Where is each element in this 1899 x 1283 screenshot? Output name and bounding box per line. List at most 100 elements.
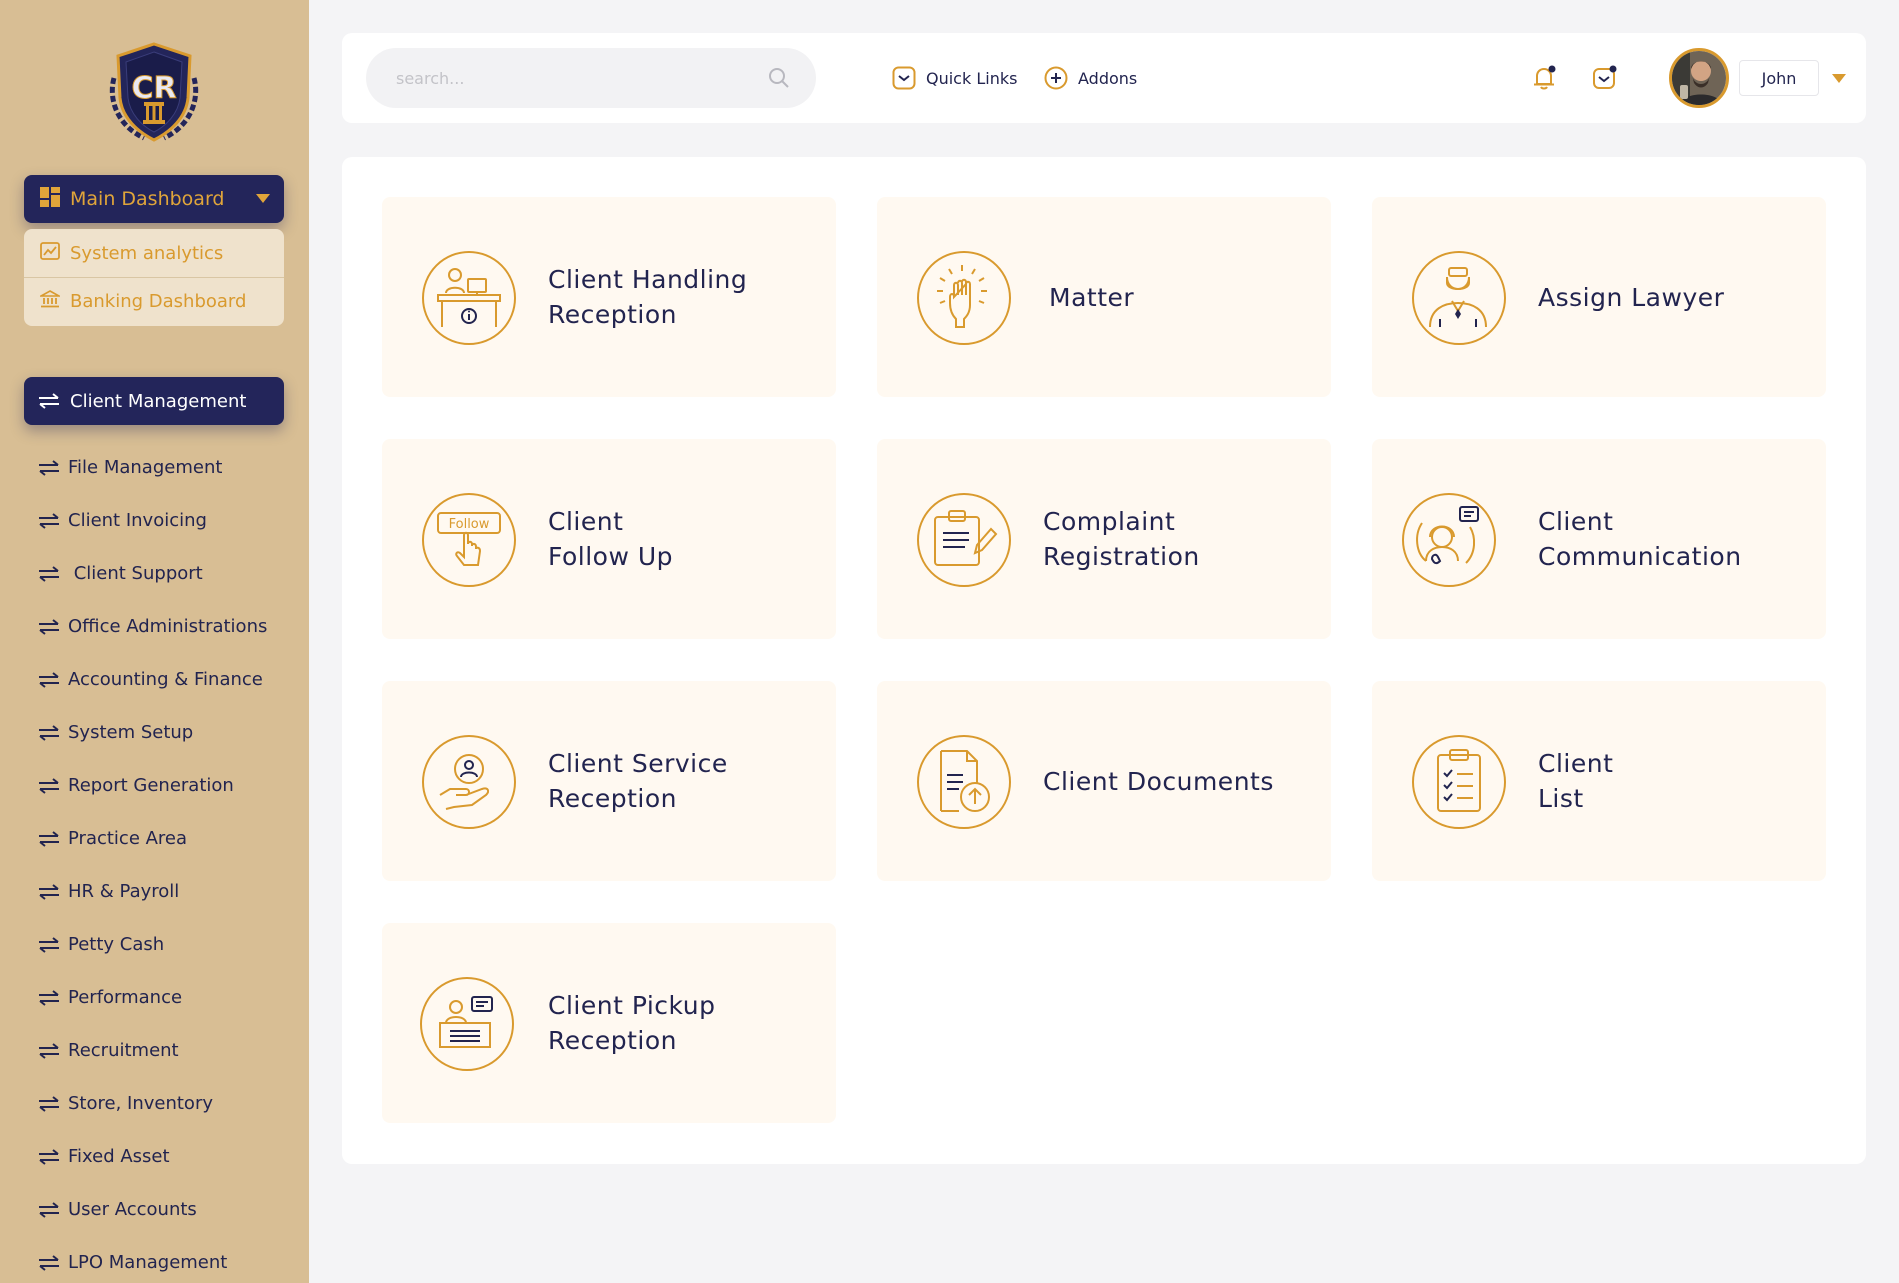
sidebar-item-label: Fixed Asset <box>68 1146 170 1167</box>
card-client-documents[interactable]: Client Documents <box>877 681 1331 881</box>
client-management-label: Client Management <box>70 390 247 412</box>
raised-fist-icon <box>917 251 1011 345</box>
swap-arrows-icon <box>39 393 59 409</box>
user-name-button[interactable]: John <box>1739 60 1819 96</box>
sidebar-item-label: Accounting & Finance <box>68 669 263 690</box>
card-client-follow-up[interactable]: Follow Client Follow Up <box>382 439 836 639</box>
card-title: Assign Lawyer <box>1538 282 1725 312</box>
sidebar-item-lpo-management[interactable]: LPO Management <box>38 1236 300 1283</box>
sidebar-nav: File Management Client Invoicing Client … <box>38 441 300 1283</box>
sidebar-item-accounting-finance[interactable]: Accounting & Finance <box>38 653 300 706</box>
sidebar-item-system-setup[interactable]: System Setup <box>38 706 300 759</box>
company-logo[interactable]: CR <box>104 38 204 144</box>
card-title: Client Pickup Reception <box>548 991 716 1055</box>
dashboard-submenu: System analytics Banking Dashboard <box>24 229 284 326</box>
follow-click-icon: Follow <box>422 493 516 587</box>
sidebar-item-label: File Management <box>68 457 223 478</box>
sidebar-item-label: Client Invoicing <box>68 510 207 531</box>
sidebar-item-label: LPO Management <box>68 1252 228 1273</box>
card-client-list[interactable]: Client List <box>1372 681 1826 881</box>
search-icon[interactable] <box>768 67 790 89</box>
search-input[interactable] <box>396 48 756 108</box>
module-grid: Client Handling Reception Matter Assign … <box>342 157 1866 1164</box>
reception-desk-icon <box>422 251 516 345</box>
clipboard-pen-icon <box>917 493 1011 587</box>
submenu-item-label: System analytics <box>70 242 224 264</box>
main-dashboard-dropdown[interactable]: Main Dashboard <box>24 175 284 223</box>
sidebar-item-label: Recruitment <box>68 1040 179 1061</box>
sidebar-item-report-generation[interactable]: Report Generation <box>38 759 300 812</box>
submenu-item-system-analytics[interactable]: System analytics <box>24 229 284 277</box>
sidebar-item-label: Petty Cash <box>68 934 165 955</box>
swap-arrows-icon <box>39 777 59 794</box>
search-box <box>366 48 816 108</box>
card-title: Client List <box>1538 749 1614 813</box>
document-upload-icon <box>917 735 1011 829</box>
swap-arrows-icon <box>39 1201 59 1218</box>
card-matter[interactable]: Matter <box>877 197 1331 397</box>
sidebar-item-label: Performance <box>68 987 183 1008</box>
hand-user-icon <box>422 735 516 829</box>
quick-links-icon <box>892 66 916 90</box>
headset-chat-icon <box>1402 493 1496 587</box>
chevron-down-icon[interactable] <box>1832 74 1846 83</box>
checklist-icon <box>1412 735 1506 829</box>
chart-icon <box>40 241 60 265</box>
sidebar-item-label: Report Generation <box>68 775 234 796</box>
sidebar-item-recruitment[interactable]: Recruitment <box>38 1024 300 1077</box>
card-complaint-registration[interactable]: Complaint Registration <box>877 439 1331 639</box>
bank-icon <box>37 290 63 313</box>
client-management-section[interactable]: Client Management <box>24 377 284 425</box>
addons-button[interactable]: Addons <box>1044 63 1137 93</box>
card-title: Client Communication <box>1538 507 1742 571</box>
swap-arrows-icon <box>39 724 59 741</box>
user-avatar[interactable] <box>1669 48 1729 108</box>
card-client-pickup-reception[interactable]: Client Pickup Reception <box>382 923 836 1123</box>
submenu-item-label: Banking Dashboard <box>70 291 247 312</box>
sidebar: CR Main Dashboard System analytics Banki… <box>0 0 309 1283</box>
card-client-handling-reception[interactable]: Client Handling Reception <box>382 197 836 397</box>
sidebar-item-hr-payroll[interactable]: HR & Payroll <box>38 865 300 918</box>
sidebar-item-petty-cash[interactable]: Petty Cash <box>38 918 300 971</box>
message-icon[interactable] <box>1592 65 1618 91</box>
card-client-communication[interactable]: Client Communication <box>1372 439 1826 639</box>
bell-icon[interactable] <box>1531 65 1557 91</box>
sidebar-item-label: HR & Payroll <box>68 881 180 902</box>
plus-circle-icon <box>1044 66 1068 90</box>
swap-arrows-icon <box>39 512 59 529</box>
top-bar: Quick Links Addons John <box>342 33 1866 123</box>
card-title: Matter <box>1049 282 1135 312</box>
sidebar-item-label: Office Administrations <box>68 616 268 637</box>
swap-arrows-icon <box>39 618 59 635</box>
sidebar-item-label: User Accounts <box>68 1199 197 1220</box>
svg-text:Follow: Follow <box>449 517 490 532</box>
swap-arrows-icon <box>39 565 59 582</box>
dashboard-grid-icon <box>40 187 60 211</box>
swap-arrows-icon <box>39 459 59 476</box>
sidebar-item-file-management[interactable]: File Management <box>38 441 300 494</box>
sidebar-item-client-support[interactable]: Client Support <box>38 547 300 600</box>
quick-links-button[interactable]: Quick Links <box>892 63 1017 93</box>
addons-label: Addons <box>1078 68 1138 88</box>
chevron-down-icon <box>256 194 270 203</box>
swap-arrows-icon <box>39 883 59 900</box>
swap-arrows-icon <box>39 830 59 847</box>
sidebar-item-label: Client Support <box>68 563 203 584</box>
swap-arrows-icon <box>39 1095 59 1112</box>
sidebar-item-user-accounts[interactable]: User Accounts <box>38 1183 300 1236</box>
card-title: Client Documents <box>1043 766 1274 796</box>
svg-text:CR: CR <box>131 71 176 106</box>
sidebar-item-performance[interactable]: Performance <box>38 971 300 1024</box>
sidebar-item-store-inventory[interactable]: Store, Inventory <box>38 1077 300 1130</box>
submenu-item-banking-dashboard[interactable]: Banking Dashboard <box>24 277 284 325</box>
card-title: Client Handling Reception <box>548 265 748 329</box>
sidebar-item-client-invoicing[interactable]: Client Invoicing <box>38 494 300 547</box>
sidebar-item-practice-area[interactable]: Practice Area <box>38 812 300 865</box>
lawyer-icon <box>1412 251 1506 345</box>
sidebar-item-fixed-asset[interactable]: Fixed Asset <box>38 1130 300 1183</box>
card-assign-lawyer[interactable]: Assign Lawyer <box>1372 197 1826 397</box>
sidebar-item-office-administrations[interactable]: Office Administrations <box>38 600 300 653</box>
swap-arrows-icon <box>39 989 59 1006</box>
swap-arrows-icon <box>39 671 59 688</box>
card-client-service-reception[interactable]: Client Service Reception <box>382 681 836 881</box>
